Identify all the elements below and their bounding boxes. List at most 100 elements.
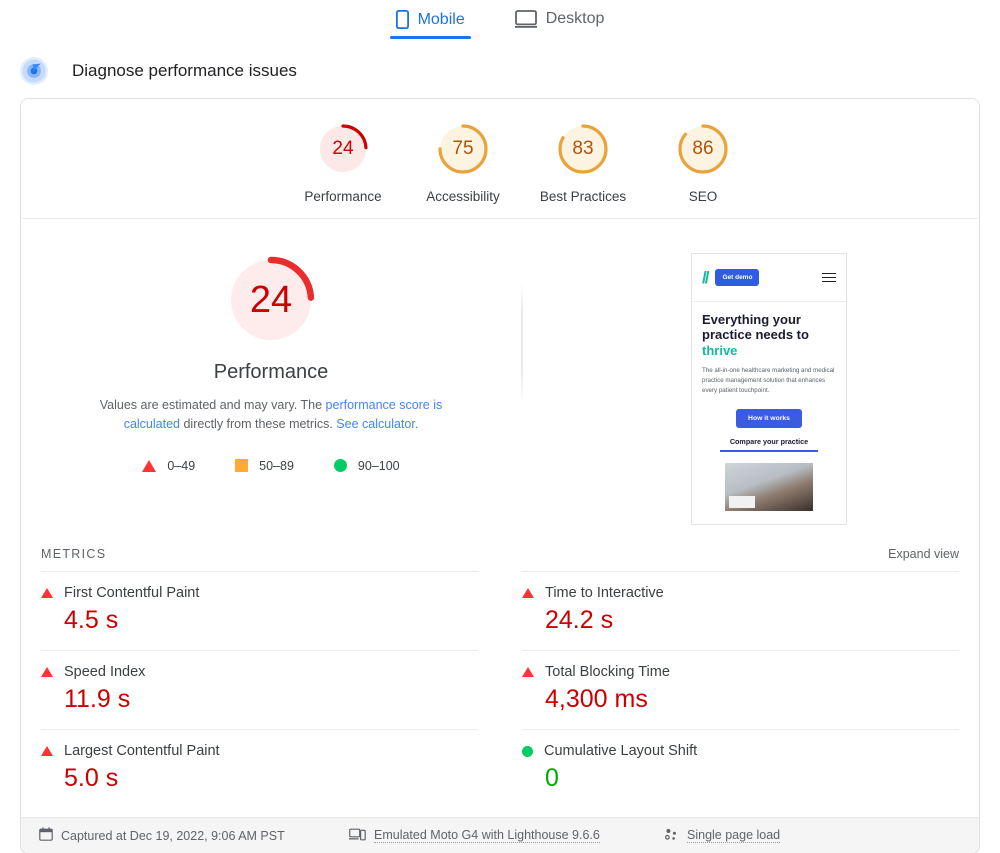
square-icon [235,459,249,473]
score-seo-label: SEO [688,189,718,204]
thumbnail-photo [725,462,813,511]
score-accessibility-value: 75 [452,138,474,159]
page-title: Diagnose performance issues [72,61,297,80]
category-scores: 24 Performance 75 Accessibility 83 Best … [21,99,979,219]
metric-largest-contentful-paint[interactable]: Largest Contentful Paint 5.0 s [41,729,478,808]
score-performance-label: Performance [304,189,382,204]
triangle-icon [522,588,534,598]
page-load-icon [664,828,679,844]
footer-load: Single page load [664,828,781,844]
triangle-icon [41,588,53,598]
see-calculator-link[interactable]: See calculator. [336,417,418,431]
triangle-icon [142,459,157,472]
thumbnail-headline-line1: Everything your [702,312,801,327]
score-legend: 0–49 50–89 90–100 [142,458,400,473]
triangle-icon [41,667,53,677]
thumbnail-headline-line2: practice needs to [702,327,809,343]
legend-label-poor: 0–49 [167,458,196,473]
phone-icon [395,10,409,29]
hero-description: Values are estimated and may vary. The p… [71,396,471,435]
diagnose-header: Diagnose performance issues [0,44,1000,88]
metric-speed-index[interactable]: Speed Index 11.9 s [41,650,478,729]
metric-value: 24.2 s [545,606,614,634]
thumbnail-paragraph: The all-in-one healthcare marketing and … [702,366,835,395]
score-accessibility[interactable]: 75 Accessibility [403,121,523,204]
metrics-title: METRICS [41,547,107,561]
thumbnail-body: Everything your practice needs to thrive… [692,302,846,511]
device-tabs: Mobile Desktop [0,0,1000,44]
legend-item-poor: 0–49 [142,459,195,473]
legend-item-good: 90–100 [333,458,400,473]
metric-label: Cumulative Layout Shift [544,743,698,759]
metric-label: Total Blocking Time [545,664,670,680]
thumbnail-cta-button: Get demo [715,269,760,286]
hero-desc-part1: Values are estimated and may vary. The [99,398,326,412]
score-best-practices-label: Best Practices [539,189,627,204]
lighthouse-target-icon [20,57,48,85]
score-accessibility-label: Accessibility [426,189,500,204]
thumbnail-logo: // [702,267,710,287]
tab-desktop[interactable]: Desktop [509,6,611,38]
hero-score-value: 24 [249,278,293,321]
metrics-header: METRICS Expand view [21,531,979,571]
gauge-accessibility: 75 [435,121,491,177]
hero-right: // Get demo Everything your practice nee… [521,253,979,525]
metric-value: 0 [545,764,559,792]
monitor-icon [514,10,537,28]
footer-emulation-text[interactable]: Emulated Moto G4 with Lighthouse 9.6.6 [374,828,600,843]
metrics-grid: First Contentful Paint 4.5 s Time to Int… [21,571,979,808]
metric-label: First Contentful Paint [64,585,200,601]
thumbnail-secondary-link: Compare your practice [720,437,818,452]
triangle-icon [522,667,534,677]
gauge-seo: 86 [675,121,731,177]
gauge-hero-performance: 24 [224,253,318,347]
legend-label-good: 90–100 [357,458,400,473]
metric-value: 4,300 ms [545,685,648,713]
score-performance[interactable]: 24 Performance [283,121,403,204]
footer-load-text[interactable]: Single page load [687,828,781,843]
tab-mobile[interactable]: Mobile [389,6,471,39]
metric-time-to-interactive[interactable]: Time to Interactive 24.2 s [522,571,959,650]
report-card: 24 Performance 75 Accessibility 83 Best … [20,98,980,853]
metric-label: Speed Index [64,664,146,680]
thumbnail-navbar: // Get demo [692,254,846,302]
metric-value: 11.9 s [64,685,131,713]
hero-left: 24 Performance Values are estimated and … [21,253,521,525]
calendar-icon [39,827,53,844]
metric-first-contentful-paint[interactable]: First Contentful Paint 4.5 s [41,571,478,650]
tab-mobile-label: Mobile [417,10,465,28]
score-seo-value: 86 [692,138,714,159]
circle-icon [333,459,347,473]
score-best-practices[interactable]: 83 Best Practices [523,121,643,204]
hero-divider [521,283,523,401]
report-footer: Captured at Dec 19, 2022, 9:06 AM PST Em… [21,817,979,853]
metric-label: Largest Contentful Paint [64,743,220,759]
metric-cumulative-layout-shift[interactable]: Cumulative Layout Shift 0 [522,729,959,808]
score-seo[interactable]: 86 SEO [643,121,763,204]
gauge-best-practices: 83 [555,121,611,177]
gauge-performance: 24 [315,121,371,177]
footer-captured-text: Captured at Dec 19, 2022, 9:06 AM PST [61,828,285,843]
score-best-practices-value: 83 [572,138,594,159]
footer-captured: Captured at Dec 19, 2022, 9:06 AM PST [39,827,349,844]
devices-icon [349,828,366,844]
legend-item-average: 50–89 [235,459,294,473]
hero-section: 24 Performance Values are estimated and … [21,219,979,531]
tab-desktop-label: Desktop [545,10,605,27]
page-screenshot-thumbnail: // Get demo Everything your practice nee… [691,253,847,525]
metric-value: 4.5 s [64,606,119,634]
thumbnail-headline: Everything your practice needs to thrive [702,312,836,358]
footer-emulation: Emulated Moto G4 with Lighthouse 9.6.6 [349,828,664,844]
expand-view-button[interactable]: Expand view [888,547,959,561]
triangle-icon [41,746,53,756]
thumbnail-headline-accent: thrive [702,342,738,358]
metric-total-blocking-time[interactable]: Total Blocking Time 4,300 ms [522,650,959,729]
hero-desc-part2: directly from these metrics. [180,417,337,432]
score-performance-value: 24 [332,138,354,159]
metric-label: Time to Interactive [545,585,664,601]
hamburger-icon [822,272,836,283]
legend-label-average: 50–89 [259,458,294,473]
thumbnail-primary-button: How it works [736,408,802,428]
circle-icon [522,745,533,757]
hero-category-label: Performance [213,361,329,383]
